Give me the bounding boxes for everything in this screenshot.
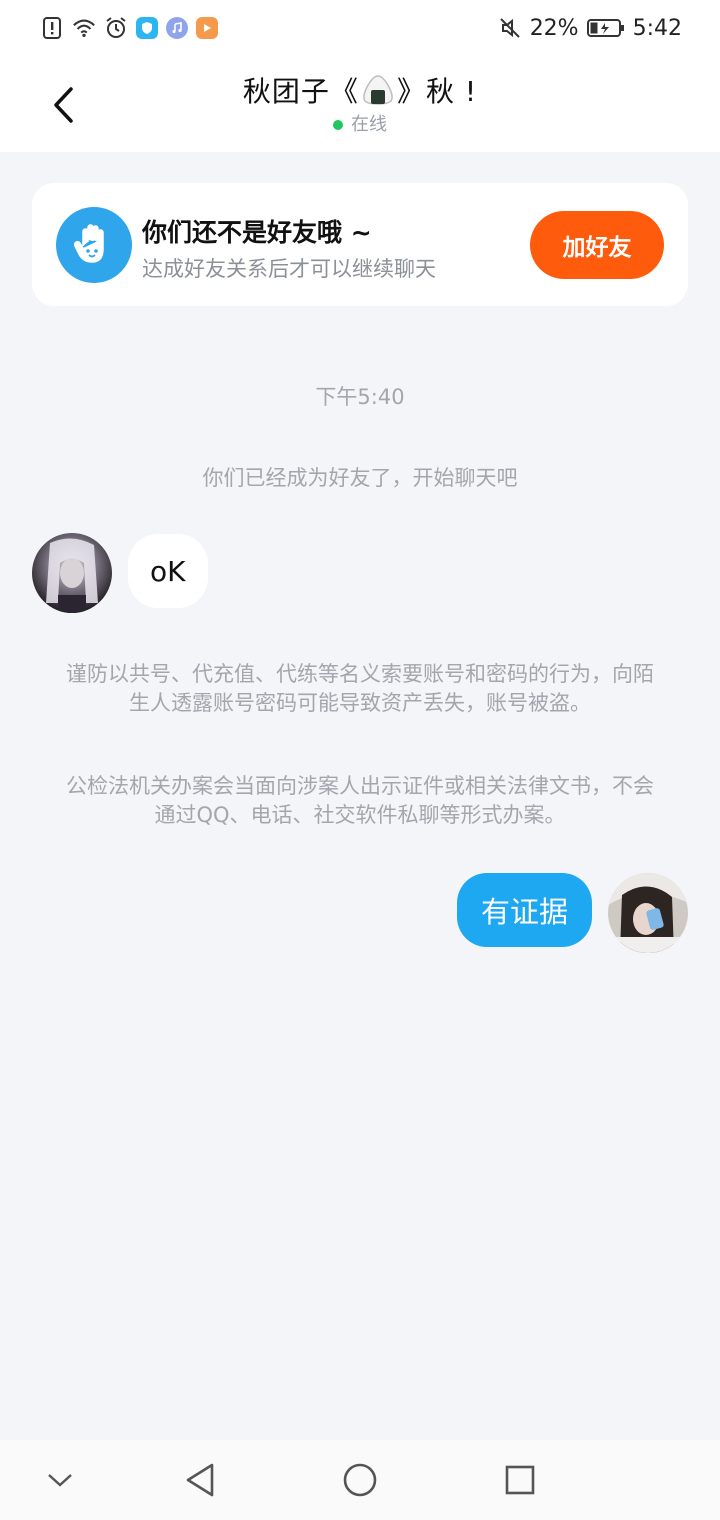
wifi-icon bbox=[72, 16, 96, 40]
security-warning-police: 公检法机关办案会当面向涉案人出示证件或相关法律文书，不会通过QQ、电话、社交软件… bbox=[66, 774, 654, 827]
not-friends-card: 你们还不是好友哦 ~ 达成好友关系后才可以继续聊天 加好友 bbox=[32, 183, 688, 306]
alert-icon bbox=[40, 16, 64, 40]
message-timestamp: 下午5:40 bbox=[315, 385, 405, 409]
chevron-down-icon bbox=[48, 1474, 72, 1487]
triangle-back-icon bbox=[186, 1463, 214, 1497]
chat-title: 秋团子《 》秋 ! bbox=[0, 70, 720, 110]
chat-header: 秋团子《 》秋 ! 在线 bbox=[0, 56, 720, 152]
battery-percent: 22% bbox=[529, 15, 579, 41]
nav-back-button[interactable] bbox=[180, 1460, 220, 1500]
title-suffix: 》秋 ! bbox=[396, 75, 478, 108]
mute-icon bbox=[498, 16, 522, 40]
circle-home-icon bbox=[343, 1463, 377, 1497]
title-prefix: 秋团子《 bbox=[242, 75, 359, 108]
contact-avatar[interactable] bbox=[32, 533, 112, 613]
music-app-icon bbox=[166, 17, 188, 39]
online-status: 在线 bbox=[0, 110, 720, 136]
incoming-message-bubble[interactable]: oK bbox=[128, 534, 208, 608]
alarm-icon bbox=[104, 16, 128, 40]
status-bar: 22% 5:42 bbox=[0, 0, 720, 56]
security-warning-account: 谨防以共号、代充值、代练等名义索要账号和密码的行为，向陌生人透露账号密码可能导致… bbox=[66, 662, 654, 715]
video-app-icon bbox=[196, 17, 218, 39]
system-nav-bar bbox=[0, 1440, 720, 1520]
system-message: 你们已经成为好友了，开始聊天吧 bbox=[202, 466, 518, 490]
square-recents-icon bbox=[505, 1465, 535, 1495]
status-icons-right: 22% 5:42 bbox=[498, 16, 682, 41]
status-icons-left bbox=[40, 16, 218, 40]
nav-home-button[interactable] bbox=[340, 1460, 380, 1500]
card-subtitle: 达成好友关系后才可以继续聊天 bbox=[142, 257, 436, 281]
add-friend-button[interactable]: 加好友 bbox=[530, 211, 664, 279]
online-dot-icon bbox=[333, 120, 343, 130]
nav-recents-button[interactable] bbox=[500, 1460, 540, 1500]
card-title: 你们还不是好友哦 ~ bbox=[142, 218, 372, 247]
waving-hand-icon bbox=[56, 207, 132, 283]
outgoing-message-bubble[interactable]: 有证据 bbox=[456, 873, 592, 947]
shield-app-icon bbox=[136, 17, 158, 39]
clock: 5:42 bbox=[632, 15, 682, 41]
battery-icon bbox=[586, 16, 625, 40]
my-avatar[interactable] bbox=[608, 873, 688, 953]
online-status-label: 在线 bbox=[351, 114, 387, 135]
onigiri-emoji-icon bbox=[361, 73, 395, 107]
nav-hide-button[interactable] bbox=[40, 1460, 80, 1500]
